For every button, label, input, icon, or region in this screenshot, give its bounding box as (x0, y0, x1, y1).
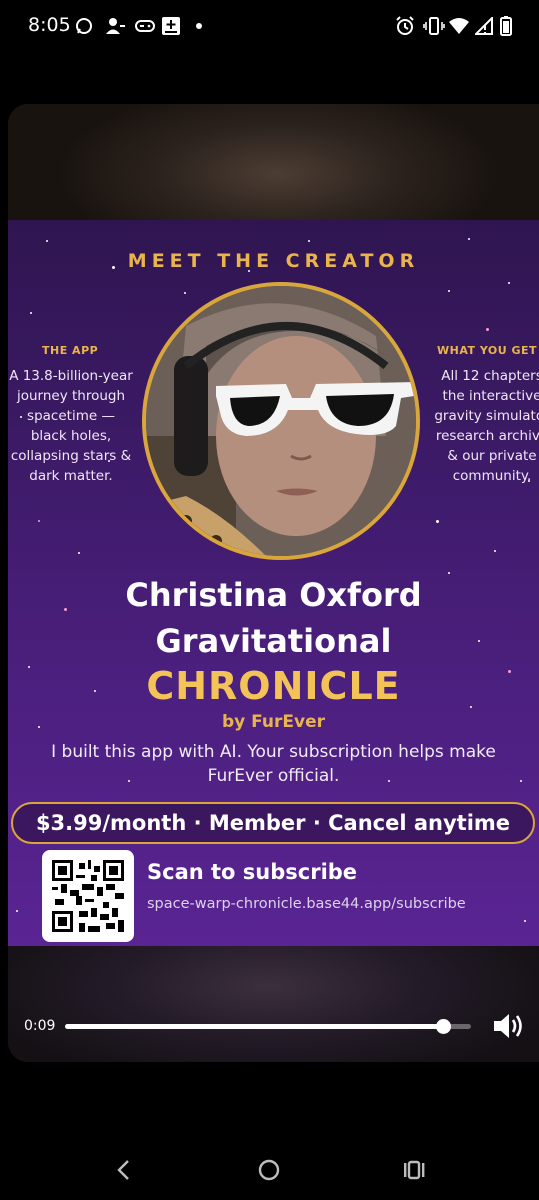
blurred-background-bottom (8, 946, 539, 1062)
video-player[interactable]: MEET THE CREATOR THE APP A 13.8-billion-… (8, 104, 539, 1062)
battery-icon (498, 14, 514, 38)
back-icon[interactable] (104, 1150, 144, 1190)
scan-title: Scan to subscribe (147, 860, 358, 884)
home-icon[interactable] (249, 1150, 289, 1190)
navigation-bar (0, 1140, 539, 1200)
creator-portrait (142, 282, 420, 560)
wifi-icon (448, 14, 470, 38)
left-panel-title: THE APP (42, 344, 99, 357)
dot-icon (194, 14, 204, 38)
gamepad-icon (134, 14, 156, 38)
qr-code (42, 850, 134, 942)
creator-name: Christina Oxford (125, 576, 422, 614)
left-panel-text: A 13.8-billion-year journey through spac… (9, 368, 133, 484)
recents-icon[interactable] (394, 1150, 434, 1190)
seek-bar[interactable] (65, 1019, 471, 1034)
chat-bubble-icon (74, 14, 94, 38)
video-frame-poster: MEET THE CREATOR THE APP A 13.8-billion-… (8, 220, 539, 946)
add-box-icon (160, 14, 182, 38)
right-panel-title: WHAT YOU GET (437, 344, 538, 357)
app-title-line2: CHRONICLE (146, 664, 401, 708)
blurred-background-top (8, 104, 539, 220)
alarm-icon (394, 14, 416, 38)
subscribe-url: space-warp-chronicle.base44.app/subscrib… (147, 896, 466, 912)
right-panel-text: All 12 chapters the interactive gravity … (434, 368, 539, 484)
volume-icon[interactable] (492, 1010, 528, 1044)
pitch-text: I built this app with AI. Your subscript… (51, 742, 496, 786)
signal-icon (474, 14, 494, 38)
elapsed-time: 0:09 (24, 1018, 56, 1034)
status-time: 8:05 (28, 14, 71, 36)
seek-bar-progress (65, 1024, 443, 1029)
person-icon (104, 14, 126, 38)
poster-heading: MEET THE CREATOR (127, 250, 420, 272)
seek-thumb[interactable] (435, 1019, 451, 1034)
status-bar: 8:05 (0, 0, 539, 52)
app-title-line1: Gravitational (155, 622, 392, 660)
byline: by FurEver (221, 712, 326, 732)
vibrate-icon (422, 14, 446, 38)
price-pill: $3.99/month · Member · Cancel anytime (11, 802, 535, 844)
